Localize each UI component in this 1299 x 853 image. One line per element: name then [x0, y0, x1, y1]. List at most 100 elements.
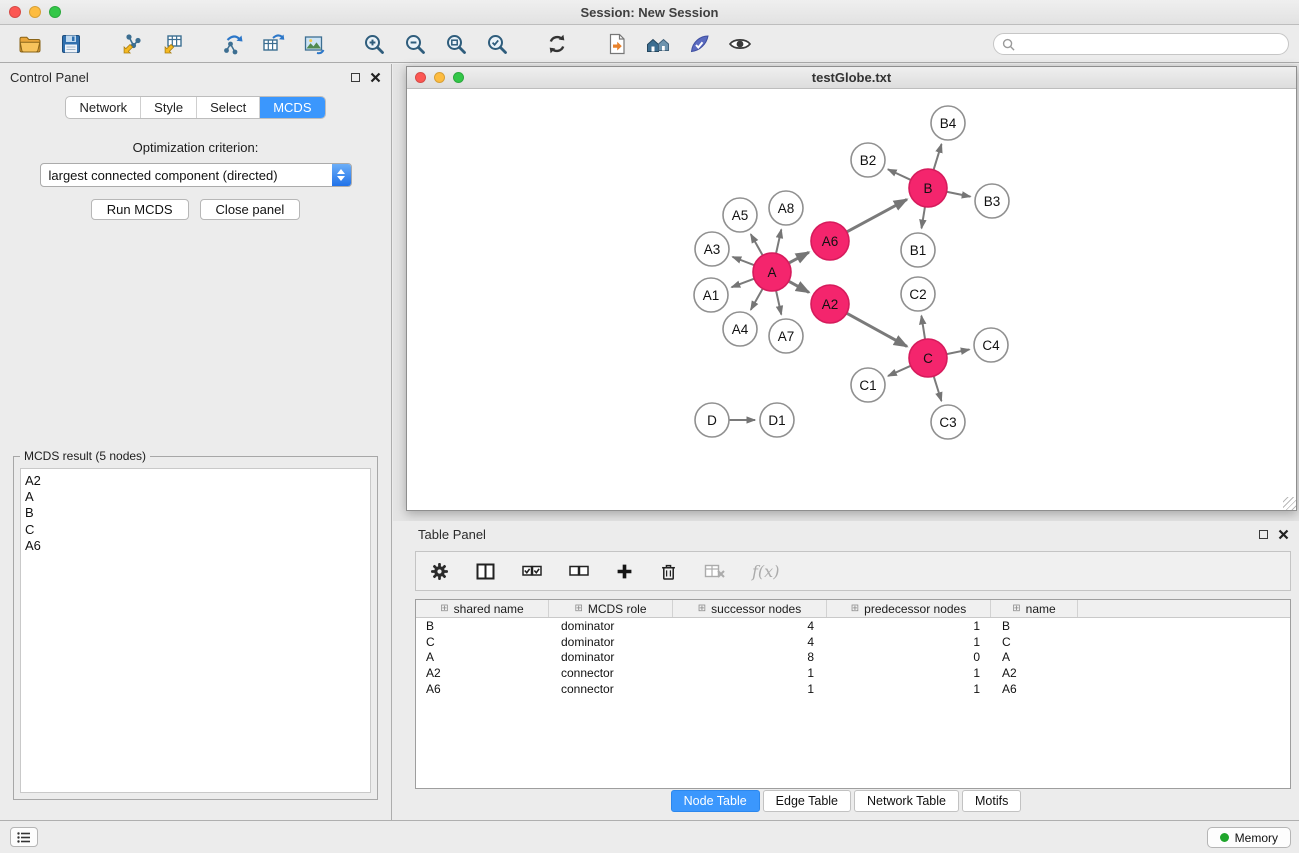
apply-layout-button[interactable]	[539, 28, 575, 60]
node-A8[interactable]: A8	[769, 191, 803, 225]
tab-motifs[interactable]: Motifs	[962, 790, 1021, 812]
show-hide-button[interactable]	[722, 28, 758, 60]
node-A[interactable]: A	[753, 253, 791, 291]
add-column-button[interactable]	[616, 563, 633, 580]
edge-A-A2[interactable]	[789, 281, 809, 292]
table-row[interactable]: Bdominator41B	[416, 618, 1290, 634]
tab-select[interactable]: Select	[196, 97, 259, 118]
zoom-fit-button[interactable]	[438, 28, 474, 60]
edge-A-A6[interactable]	[789, 252, 809, 263]
edge-A-A4[interactable]	[751, 289, 763, 310]
node-A4[interactable]: A4	[723, 312, 757, 346]
node-A2[interactable]: A2	[811, 285, 849, 323]
network-canvas[interactable]: AA1A2A3A4A5A6A7A8BB1B2B3B4CC1C2C3C4DD1	[407, 90, 1296, 510]
float-table-panel-icon[interactable]	[1259, 530, 1268, 539]
export-network-button[interactable]	[214, 28, 250, 60]
mcds-result-list[interactable]: A2ABCA6	[20, 468, 371, 793]
mcds-result-item[interactable]: A6	[25, 538, 370, 554]
edge-C-C1[interactable]	[888, 366, 911, 376]
zoom-out-button[interactable]	[397, 28, 433, 60]
edge-A-A3[interactable]	[733, 257, 755, 265]
edge-C-C2[interactable]	[921, 316, 925, 339]
delete-table-button[interactable]	[704, 563, 725, 579]
tab-node-table[interactable]: Node Table	[671, 790, 760, 812]
edge-B-B2[interactable]	[888, 169, 911, 180]
home-button[interactable]	[640, 28, 676, 60]
node-A5[interactable]: A5	[723, 198, 757, 232]
export-image-button[interactable]	[296, 28, 332, 60]
node-B4[interactable]: B4	[931, 106, 965, 140]
memory-button[interactable]: Memory	[1207, 827, 1291, 848]
table-row[interactable]: A6connector11A6	[416, 681, 1290, 697]
column-header[interactable]: ⊞successor nodes	[673, 600, 827, 617]
unselect-all-button[interactable]	[569, 564, 589, 578]
column-header[interactable]: ⊞shared name	[416, 600, 549, 617]
node-B3[interactable]: B3	[975, 184, 1009, 218]
export-table-button[interactable]	[255, 28, 291, 60]
mcds-result-item[interactable]: A2	[25, 473, 370, 489]
table-row[interactable]: Cdominator41C	[416, 634, 1290, 650]
float-panel-icon[interactable]	[351, 73, 360, 82]
node-C4[interactable]: C4	[974, 328, 1008, 362]
table-settings-button[interactable]	[430, 562, 449, 581]
edge-B-B1[interactable]	[922, 207, 925, 229]
edge-A2-C[interactable]	[847, 313, 907, 346]
tab-network[interactable]: Network	[66, 97, 140, 118]
close-table-panel-icon[interactable]	[1278, 529, 1289, 540]
search-input[interactable]	[1020, 37, 1280, 51]
node-B1[interactable]: B1	[901, 233, 935, 267]
node-C2[interactable]: C2	[901, 277, 935, 311]
tab-style[interactable]: Style	[140, 97, 196, 118]
import-network-button[interactable]	[113, 28, 149, 60]
column-header[interactable]: ⊞name	[991, 600, 1078, 617]
edge-A6-B[interactable]	[847, 199, 907, 232]
edge-B-B4[interactable]	[934, 144, 942, 170]
save-session-button[interactable]	[53, 28, 89, 60]
style-check-button[interactable]	[681, 28, 717, 60]
edge-B-B3[interactable]	[947, 192, 971, 197]
close-panel-button[interactable]: Close panel	[200, 199, 301, 220]
zoom-selected-button[interactable]	[479, 28, 515, 60]
node-B[interactable]: B	[909, 169, 947, 207]
window-resize-grip[interactable]	[1283, 497, 1296, 510]
task-history-button[interactable]	[10, 827, 38, 847]
session-document-button[interactable]	[599, 28, 635, 60]
node-D1[interactable]: D1	[760, 403, 794, 437]
edge-A-A5[interactable]	[751, 234, 763, 255]
run-mcds-button[interactable]: Run MCDS	[91, 199, 189, 220]
node-A3[interactable]: A3	[695, 232, 729, 266]
tab-network-table[interactable]: Network Table	[854, 790, 959, 812]
delete-column-button[interactable]	[660, 562, 677, 581]
zoom-in-button[interactable]	[356, 28, 392, 60]
node-C[interactable]: C	[909, 339, 947, 377]
column-chooser-button[interactable]	[476, 563, 495, 580]
select-all-button[interactable]	[522, 564, 542, 578]
table-row[interactable]: Adominator80A	[416, 650, 1290, 666]
search-field[interactable]	[993, 33, 1289, 55]
table-row[interactable]: A2connector11A2	[416, 665, 1290, 681]
edge-C-C4[interactable]	[947, 349, 970, 354]
tab-mcds[interactable]: MCDS	[259, 97, 324, 118]
close-panel-icon[interactable]	[370, 72, 381, 83]
mcds-result-item[interactable]: C	[25, 522, 370, 538]
node-C3[interactable]: C3	[931, 405, 965, 439]
node-B2[interactable]: B2	[851, 143, 885, 177]
function-builder-button[interactable]: f(x)	[752, 562, 779, 581]
network-graph[interactable]: AA1A2A3A4A5A6A7A8BB1B2B3B4CC1C2C3C4DD1	[407, 90, 1296, 510]
open-file-button[interactable]	[12, 28, 48, 60]
node-A1[interactable]: A1	[694, 278, 728, 312]
column-header[interactable]: ⊞MCDS role	[549, 600, 673, 617]
edge-C-C3[interactable]	[934, 376, 942, 401]
network-window-titlebar[interactable]: testGlobe.txt	[407, 67, 1296, 89]
edge-A-A8[interactable]	[776, 229, 781, 253]
edge-A-A7[interactable]	[776, 291, 781, 315]
mcds-result-item[interactable]: A	[25, 489, 370, 505]
import-table-button[interactable]	[154, 28, 190, 60]
mcds-result-item[interactable]: B	[25, 505, 370, 521]
node-C1[interactable]: C1	[851, 368, 885, 402]
node-A6[interactable]: A6	[811, 222, 849, 260]
edge-A-A1[interactable]	[732, 279, 755, 288]
column-header[interactable]: ⊞predecessor nodes	[827, 600, 991, 617]
node-A7[interactable]: A7	[769, 319, 803, 353]
criterion-dropdown[interactable]: largest connected component (directed)	[40, 163, 352, 187]
